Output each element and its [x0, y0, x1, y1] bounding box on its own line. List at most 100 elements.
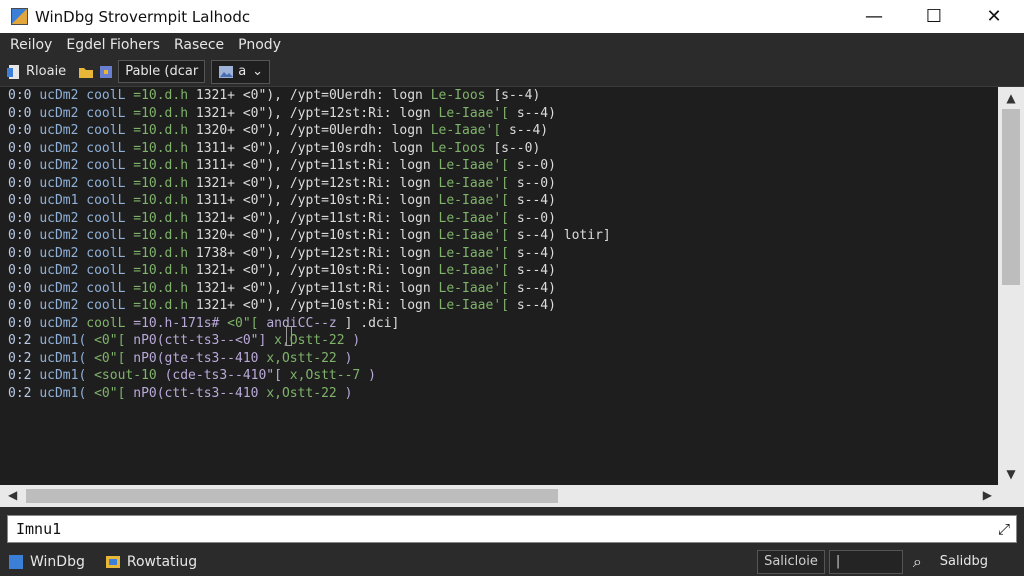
output-token: 0:0 — [8, 193, 40, 208]
window-title: WinDbg Strovermpit Lalhodc — [35, 7, 251, 26]
open-label[interactable]: Rloaie — [26, 64, 66, 79]
status-task-label[interactable]: Rowtatiug — [127, 554, 197, 570]
scroll-down-arrow-icon[interactable]: ▼ — [998, 467, 1024, 481]
output-token: s--4) — [516, 245, 556, 261]
vertical-scroll-thumb[interactable] — [1002, 109, 1020, 285]
output-token: ) — [368, 368, 376, 383]
output-token: =10.d.h — [133, 158, 196, 173]
minimize-button[interactable]: — — [844, 0, 904, 33]
output-token: logn — [399, 263, 439, 278]
horizontal-scrollbar[interactable]: ◀ ▶ — [0, 485, 1024, 507]
output-line: 0:0 ucDm2 coolL =10.d.h 1320+ <0"), /ypt… — [0, 122, 998, 140]
output-token: Le-Iaae'[ — [438, 228, 517, 243]
menu-bar: Reiloy Egdel Fiohers Rasece Pnody — [0, 33, 1024, 57]
menu-item-1[interactable]: Reiloy — [10, 37, 52, 53]
scroll-right-arrow-icon[interactable]: ▶ — [983, 488, 992, 502]
output-token: s--4) — [508, 123, 549, 138]
menu-item-4[interactable]: Pnody — [238, 37, 281, 53]
output-token: /ypt=11st:Ri: — [289, 280, 400, 296]
search-icon[interactable]: ⌕ — [913, 552, 922, 572]
toolbar: Rloaie Pable (dcar a ⌄ — [0, 57, 1024, 87]
output-token: =10.d.h — [133, 193, 196, 208]
output-token: ucDm2 — [39, 245, 87, 261]
output-token: logn — [391, 123, 431, 138]
output-token: /ypt=10st:Ri: — [289, 228, 400, 243]
status-field-3[interactable]: Salidbg — [934, 551, 994, 573]
menu-item-2[interactable]: Egdel Fiohers — [66, 37, 160, 53]
output-token: =10.d.h — [133, 210, 196, 226]
toolbar-dropdown[interactable]: a ⌄ — [211, 59, 271, 84]
output-token: /ypt=10srdh: — [289, 140, 392, 156]
output-token: ) — [344, 385, 353, 401]
horizontal-scroll-thumb[interactable] — [26, 489, 558, 503]
output-token: /ypt=12st:Ri: — [289, 175, 400, 191]
debugger-output[interactable]: 0:0 ucDm2 coolL =10.d.h 1321+ <0"), /ypt… — [0, 87, 998, 485]
output-token: ucDm2 — [39, 280, 87, 296]
toolbar-combo[interactable]: Pable (dcar — [118, 60, 206, 83]
output-token: coolL — [86, 123, 134, 138]
output-token: =10.d.h — [133, 105, 196, 121]
output-token: s--4) — [516, 193, 556, 208]
toolbar-dropdown-label: a — [238, 64, 247, 79]
output-token: coolL — [86, 193, 134, 208]
output-token: s--4) — [516, 280, 556, 296]
status-app-label[interactable]: WinDbg — [30, 554, 85, 570]
output-token: Le-Iaae'[ — [438, 158, 517, 173]
output-token: ucDm1( — [39, 385, 95, 401]
vertical-scrollbar[interactable]: ▲ ▼ — [998, 87, 1024, 485]
output-token: /ypt=12st:Ri: — [289, 245, 400, 261]
output-token: <0"), — [242, 140, 290, 156]
output-token: logn — [399, 298, 439, 313]
output-token: ucDm2 — [39, 228, 87, 243]
output-token: coolL — [86, 280, 134, 296]
output-token: 1320+ — [195, 228, 243, 243]
output-token: <0"), — [242, 105, 290, 121]
output-token: ucDm2 — [39, 210, 87, 226]
output-token: 0:0 — [8, 210, 40, 226]
output-token: s--0) — [516, 158, 556, 173]
output-token: =10.d.h — [133, 123, 196, 138]
output-token: Le-Iaae'[ — [438, 193, 517, 208]
menu-item-3[interactable]: Rasece — [174, 37, 224, 53]
output-line: 0:0 ucDm2 coolL =10.d.h 1311+ <0"), /ypt… — [0, 157, 998, 175]
status-field-1[interactable]: Salicloie — [757, 549, 825, 574]
output-token: ) — [344, 350, 353, 366]
output-token: x,Ostt--7 — [289, 368, 369, 383]
output-token: 1321+ — [195, 298, 243, 313]
scroll-left-arrow-icon[interactable]: ◀ — [8, 488, 17, 502]
output-token: coolL — [86, 298, 134, 313]
folder-icon[interactable] — [78, 64, 94, 80]
command-input[interactable]: Imnu1 — [7, 515, 1017, 543]
output-token: ucDm1 — [39, 193, 87, 208]
output-token: =10.d.h — [133, 263, 196, 278]
command-bar: Imnu1 ⤢ — [0, 507, 1024, 547]
output-token: <0"[ — [227, 315, 267, 331]
output-token: 0:0 — [8, 105, 40, 121]
output-token: ucDm1( — [39, 350, 95, 366]
output-line: 0:0 ucDm2 coolL =10.d.h 1321+ <0"), /ypt… — [0, 87, 998, 105]
output-token: s--4) — [516, 298, 556, 313]
output-token: 1321+ — [195, 105, 243, 121]
scroll-up-arrow-icon[interactable]: ▲ — [998, 91, 1024, 105]
close-button[interactable]: ✕ — [964, 0, 1024, 33]
output-line: 0:0 ucDm2 coolL =10.d.h 1321+ <0"), /ypt… — [0, 175, 998, 193]
output-token: logn — [399, 105, 439, 121]
output-line: 0:0 ucDm2 coolL =10.d.h 1738+ <0"), /ypt… — [0, 245, 998, 263]
output-token: logn — [399, 228, 439, 243]
output-line: 0:0 ucDm2 coolL =10.d.h 1311+ <0"), /ypt… — [0, 140, 998, 158]
output-token: 1321+ — [195, 175, 243, 191]
expand-icon[interactable]: ⤢ — [998, 520, 1010, 538]
output-token: s--4) — [516, 105, 556, 121]
output-token: 1321+ — [195, 88, 243, 103]
settings-icon[interactable] — [98, 64, 114, 80]
output-token: ucDm2 — [39, 123, 87, 138]
status-field-2[interactable]: | — [828, 549, 903, 574]
output-token: ucDm2 — [39, 298, 87, 313]
maximize-button[interactable]: ☐ — [904, 0, 964, 33]
output-token: logn — [399, 175, 439, 191]
output-token: <0"), — [242, 245, 290, 261]
output-token: Le-Iaae'[ — [438, 263, 517, 278]
document-icon[interactable] — [6, 64, 22, 80]
output-token: coolL — [86, 210, 134, 226]
output-token: 0:0 — [8, 158, 40, 173]
